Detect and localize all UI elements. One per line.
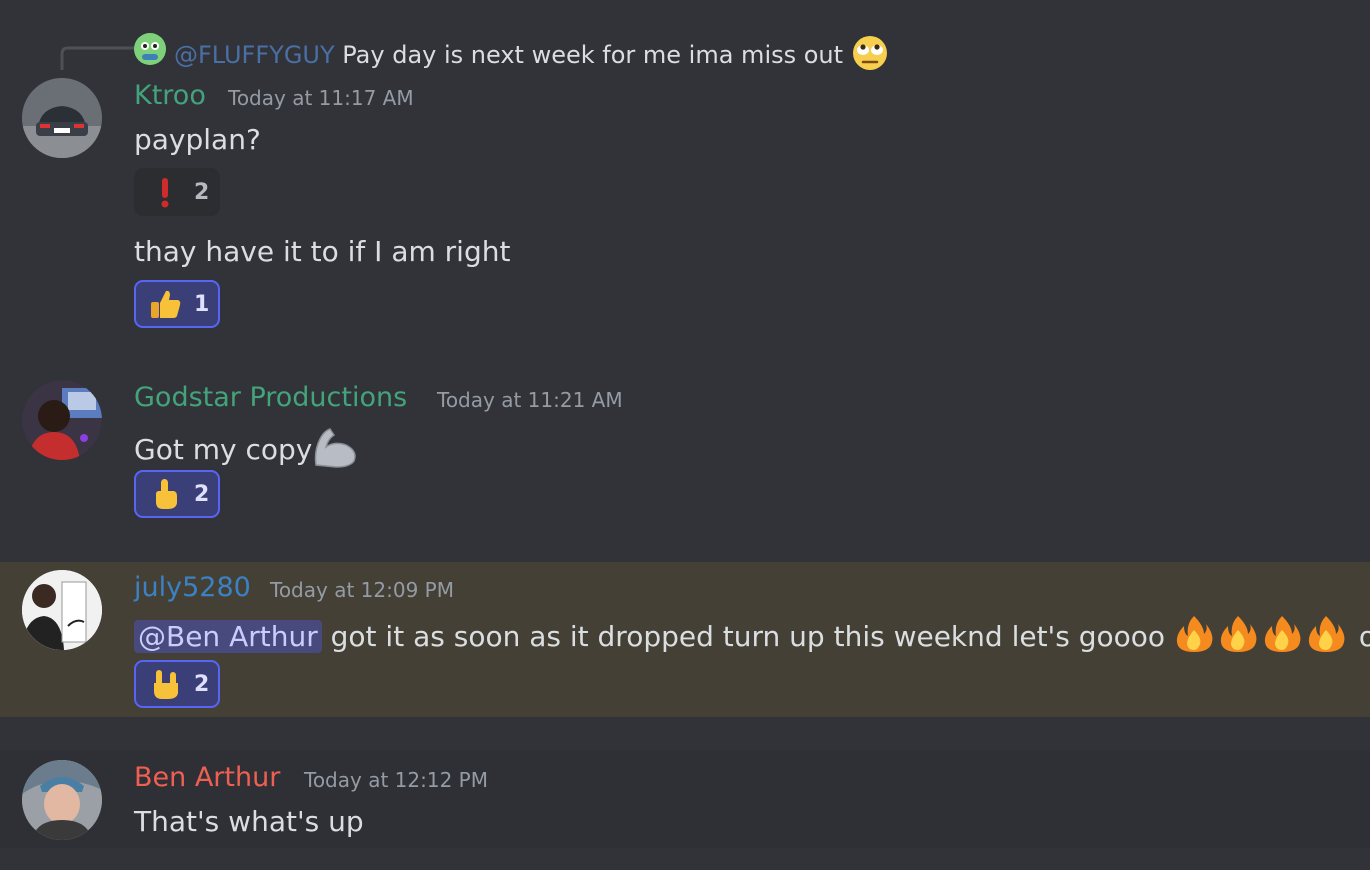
message-text: @Ben Arthur got it as soon as it dropped… [134, 614, 1370, 654]
username-ktroo[interactable]: Ktroo [134, 80, 206, 111]
fire-icon [1220, 616, 1257, 652]
rock-on-icon [148, 667, 182, 701]
timestamp-godstar: Today at 11:21 AM [437, 388, 623, 412]
message-text-trailing: o [1358, 620, 1370, 653]
message-text: payplan? [134, 123, 261, 156]
reaction-count: 2 [194, 481, 210, 507]
message-text-content: Got my copy [134, 433, 313, 466]
message-text: thay have it to if I am right [134, 235, 511, 268]
reaction-exclamation[interactable]: 2 [134, 168, 220, 216]
username-godstar[interactable]: Godstar Productions [134, 382, 407, 413]
person-avatar-image [22, 760, 102, 840]
avatar-godstar[interactable] [22, 380, 102, 460]
message-text-content: got it as soon as it dropped turn up thi… [330, 620, 1166, 653]
reaction-count: 1 [194, 291, 210, 317]
username-ben-arthur[interactable]: Ben Arthur [134, 762, 280, 793]
reaction-count: 2 [194, 179, 210, 205]
fire-emoji-group [1174, 616, 1359, 653]
eye-roll-emoji-icon [852, 36, 887, 70]
reply-avatar[interactable] [134, 33, 166, 65]
fire-icon [1264, 616, 1301, 652]
avatar-july5280[interactable] [22, 570, 102, 650]
reaction-rock-on[interactable]: 2 [134, 660, 220, 708]
pointing-up-icon [148, 477, 182, 511]
car-avatar-image [22, 78, 102, 158]
reply-mention[interactable]: @FLUFFYGUY [174, 41, 335, 69]
user-mention[interactable]: @Ben Arthur [134, 620, 322, 653]
avatar-ktroo[interactable] [22, 78, 102, 158]
reply-spine [60, 46, 134, 70]
reply-text: Pay day is next week for me ima miss out [342, 41, 844, 69]
reply-avatar-image [134, 33, 166, 65]
exclamation-icon [148, 175, 182, 209]
fire-icon [1308, 616, 1345, 652]
timestamp-july5280: Today at 12:09 PM [270, 578, 454, 602]
reply-preview[interactable]: @FLUFFYGUY Pay day is next week for me i… [174, 34, 889, 72]
message-text: That's what's up [134, 805, 364, 838]
timestamp-ktroo: Today at 11:17 AM [228, 86, 414, 110]
person-avatar-image [22, 380, 102, 460]
reaction-count: 2 [194, 671, 210, 697]
username-july5280[interactable]: july5280 [134, 572, 251, 603]
flexed-biceps-icon [315, 428, 357, 468]
person-avatar-image [22, 570, 102, 650]
fire-icon [1176, 616, 1213, 652]
thumbs-up-icon [148, 287, 182, 321]
reaction-pointing-up[interactable]: 2 [134, 470, 220, 518]
message-text: Got my copy [134, 425, 358, 469]
reaction-thumbs-up[interactable]: 1 [134, 280, 220, 328]
avatar-ben-arthur[interactable] [22, 760, 102, 840]
timestamp-ben-arthur: Today at 12:12 PM [304, 768, 488, 792]
